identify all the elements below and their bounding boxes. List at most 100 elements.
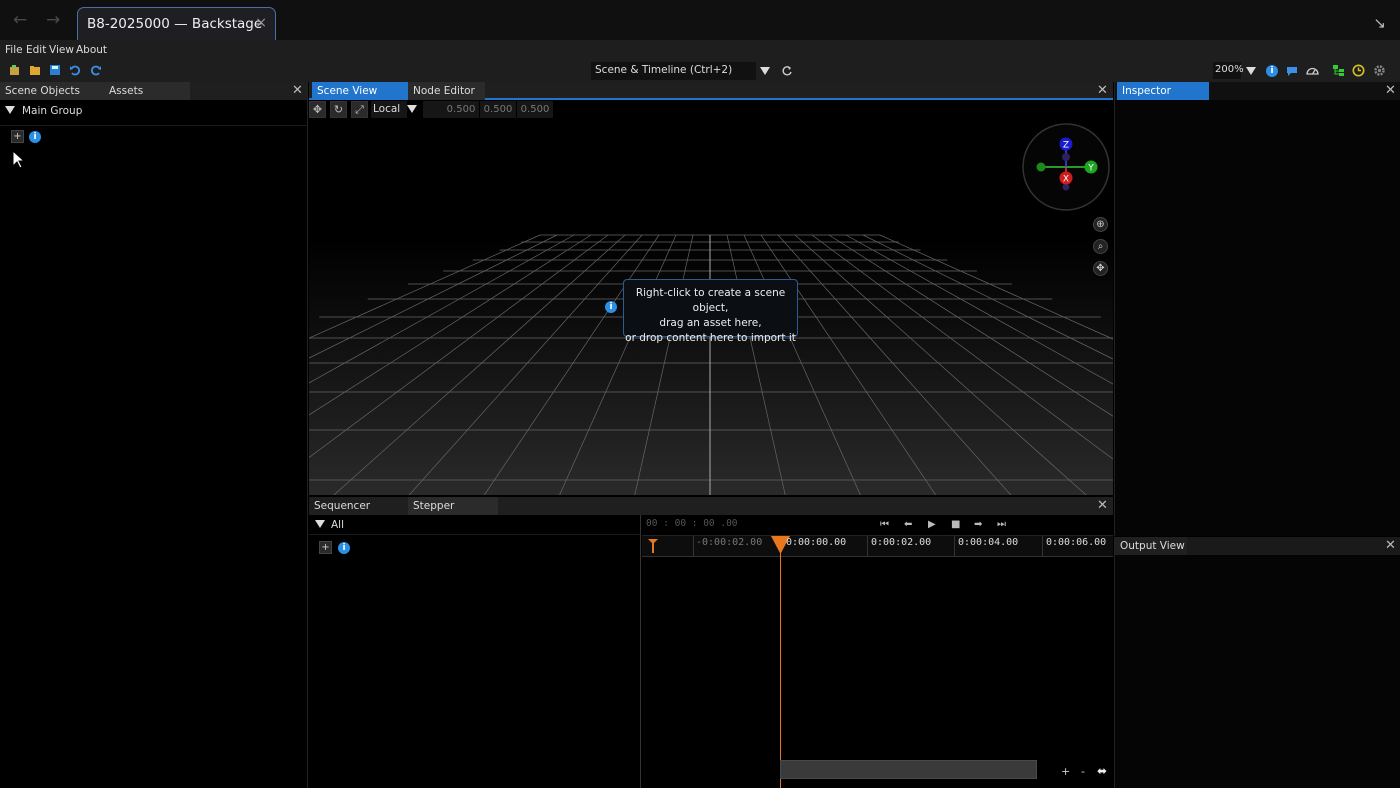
ruler-label: 0:00:02.00 [871, 537, 932, 548]
sequencer-track-list: All + i [309, 515, 641, 788]
gizmo-z-label: Z [1063, 141, 1069, 151]
menu-file[interactable]: File [5, 44, 23, 56]
forward-arrow-icon[interactable]: → [46, 12, 60, 29]
step-back-icon[interactable]: ⬅ [904, 519, 912, 530]
document-tab-title: B8-2025000 — Backstage [87, 16, 263, 32]
close-scene-objects-icon[interactable]: ✕ [292, 83, 303, 98]
add-object-button[interactable]: + [11, 130, 24, 143]
gauge-icon[interactable] [1306, 64, 1319, 77]
zoom-level[interactable]: 200% [1213, 62, 1244, 79]
viewport-hint-tooltip: Right-click to create a scene object, dr… [623, 279, 798, 344]
gizmo-y-label: Y [1087, 164, 1094, 174]
tree-icon[interactable] [1332, 64, 1345, 77]
scale-x-field[interactable]: 0.500 [443, 101, 479, 118]
zoom-view-icon[interactable]: ⌕ [1093, 239, 1108, 254]
go-start-icon[interactable]: ⏮ [880, 519, 889, 530]
expand-all-icon[interactable] [315, 520, 325, 528]
space-select[interactable]: Local [371, 101, 407, 118]
ruler-label: 0:00:06.00 [1046, 537, 1107, 548]
scale-tool-icon[interactable]: ⤢ [351, 101, 368, 118]
viewport-toolbar: ✥ ↻ ⤢ Local 0.500 0.500 0.500 [309, 100, 559, 119]
gizmo-x-label: X [1063, 175, 1069, 185]
step-forward-icon[interactable]: ➡ [974, 519, 982, 530]
open-icon[interactable] [29, 64, 41, 76]
undo-icon[interactable] [69, 64, 81, 76]
close-scene-view-icon[interactable]: ✕ [1097, 83, 1108, 98]
zoom-dropdown-icon[interactable] [1246, 67, 1256, 75]
close-tab-icon[interactable]: × [255, 15, 267, 31]
stop-icon[interactable]: ■ [951, 519, 960, 530]
tab-node-editor[interactable]: Node Editor [408, 82, 485, 100]
refresh-icon[interactable] [781, 65, 793, 77]
chat-icon[interactable] [1286, 65, 1298, 77]
mouse-cursor-icon [12, 150, 26, 169]
menu-view[interactable]: View [49, 44, 74, 56]
add-track-button[interactable]: + [319, 541, 332, 554]
all-group-row[interactable]: All [309, 515, 640, 535]
tab-assets[interactable]: Assets [104, 82, 190, 100]
output-view-header: Output View ✕ [1115, 537, 1400, 555]
timecode-display: 00 : 00 : 00 .00 [646, 518, 738, 529]
tab-scene-objects[interactable]: Scene Objects [0, 82, 104, 100]
tab-inspector[interactable]: Inspector [1117, 82, 1209, 100]
close-output-view-icon[interactable]: ✕ [1385, 538, 1396, 553]
orbit-icon[interactable]: ⊕ [1093, 217, 1108, 232]
ruler-tick [867, 536, 868, 556]
track-info-icon[interactable]: i [338, 542, 350, 554]
redo-icon[interactable] [90, 64, 102, 76]
start-marker[interactable] [648, 539, 658, 553]
menu-bar: File Edit View About [0, 40, 1400, 60]
ruler-label: 0:00:00.00 [786, 537, 847, 548]
main-group-row[interactable]: Main Group [0, 100, 307, 126]
menu-edit[interactable]: Edit [26, 44, 46, 56]
hint-line-3: or drop content here to import it [625, 332, 796, 344]
scale-z-field[interactable]: 0.500 [517, 101, 553, 118]
close-inspector-icon[interactable]: ✕ [1385, 83, 1396, 98]
scene-view-header: Scene View Node Editor ✕ [309, 82, 1113, 100]
space-dropdown-icon[interactable] [407, 105, 417, 113]
clock-icon[interactable] [1352, 64, 1365, 77]
tab-scene-view[interactable]: Scene View [312, 82, 409, 100]
ruler-tick [1042, 536, 1043, 556]
all-group-label: All [331, 519, 345, 531]
rotate-tool-icon[interactable]: ↻ [330, 101, 347, 118]
close-sequencer-icon[interactable]: ✕ [1097, 498, 1108, 513]
hint-info-icon: i [605, 301, 617, 313]
scene-objects-header: Scene Objects Assets ✕ [0, 82, 307, 100]
ruler-tick [693, 536, 694, 556]
layout-dropdown-icon[interactable] [760, 67, 770, 75]
hint-line-1: Right-click to create a scene object, [635, 287, 786, 314]
scene-info-icon[interactable]: i [29, 131, 41, 143]
main-group-label: Main Group [22, 105, 83, 117]
gear-icon[interactable] [1373, 64, 1386, 77]
sequencer-header: Sequencer Stepper ✕ [309, 497, 1113, 515]
tab-output-view[interactable]: Output View [1115, 537, 1187, 555]
tab-sequencer[interactable]: Sequencer [309, 497, 409, 515]
info-icon[interactable]: i [1266, 65, 1278, 77]
restore-window-icon[interactable]: ↘ [1373, 14, 1386, 32]
pan-view-icon[interactable]: ✥ [1093, 261, 1108, 276]
orientation-gizmo[interactable]: Z Y X [1021, 122, 1111, 212]
document-tab[interactable]: B8-2025000 — Backstage × [77, 7, 276, 40]
inspector-header: Inspector ✕ [1115, 82, 1400, 100]
scale-y-field[interactable]: 0.500 [480, 101, 516, 118]
timeline-zoom-out[interactable]: - [1081, 765, 1085, 778]
timeline-scrollbar[interactable] [780, 760, 1037, 779]
timeline-zoom-in[interactable]: + [1061, 765, 1070, 778]
move-tool-icon[interactable]: ✥ [309, 101, 326, 118]
tab-stepper[interactable]: Stepper [408, 497, 498, 515]
save-icon[interactable] [49, 64, 61, 76]
playhead-line[interactable] [780, 536, 781, 788]
go-end-icon[interactable]: ⏭ [997, 519, 1006, 530]
timeline-fit-icon[interactable]: ⬌ [1097, 764, 1107, 778]
inspector-panel: Inspector ✕ [1114, 82, 1400, 536]
snap-toggle[interactable] [423, 101, 443, 118]
new-scene-icon[interactable] [9, 64, 21, 76]
layout-select[interactable]: Scene & Timeline (Ctrl+2) [591, 62, 756, 80]
output-view-panel: Output View ✕ [1114, 537, 1400, 788]
ruler-tick [954, 536, 955, 556]
expand-main-group-icon[interactable] [5, 106, 15, 114]
back-arrow-icon[interactable]: ← [13, 12, 27, 29]
play-icon[interactable]: ▶ [928, 519, 936, 530]
menu-about[interactable]: About [76, 44, 107, 56]
